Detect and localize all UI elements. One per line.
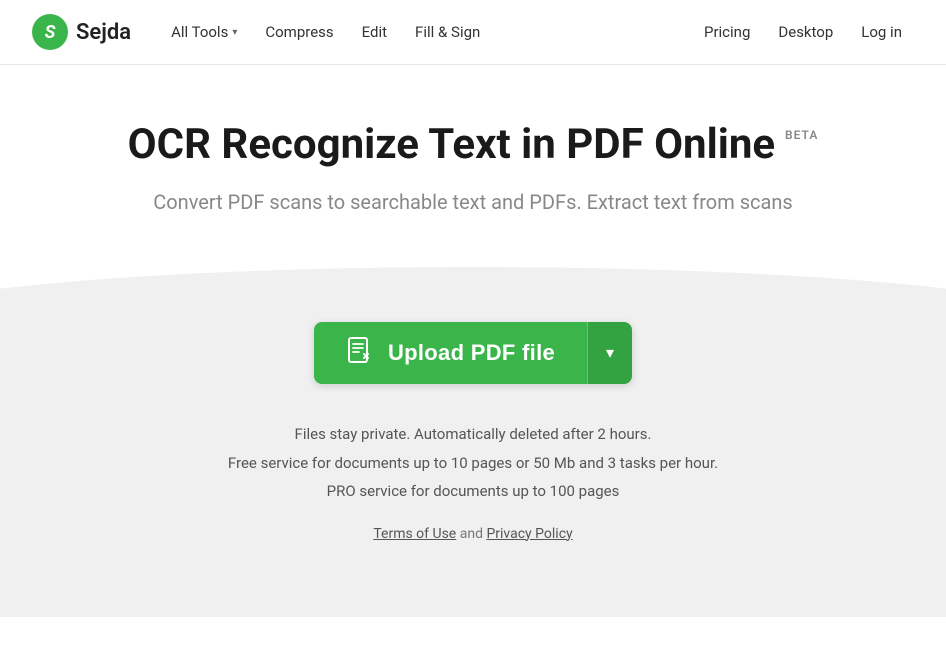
page-title: OCR Recognize Text in PDF Online BETA <box>128 120 819 169</box>
nav-item-fill-sign[interactable]: Fill & Sign <box>403 15 492 49</box>
nav-label-compress: Compress <box>265 23 333 41</box>
logo-link[interactable]: S Sejda <box>32 14 131 50</box>
info-line-2: Free service for documents up to 10 page… <box>228 449 718 478</box>
nav-label-login: Log in <box>861 23 902 41</box>
page-title-text: OCR Recognize Text in PDF Online <box>128 120 775 169</box>
nav-item-desktop[interactable]: Desktop <box>766 15 845 49</box>
dropdown-arrow-icon: ▾ <box>606 343 614 363</box>
nav-label-fill-sign: Fill & Sign <box>415 23 480 41</box>
terms-of-use-link[interactable]: Terms of Use <box>373 526 456 542</box>
upload-pdf-button[interactable]: Upload PDF file <box>314 322 587 384</box>
beta-badge: BETA <box>785 128 818 142</box>
info-line-1: Files stay private. Automatically delete… <box>228 420 718 449</box>
info-line-3: PRO service for documents up to 100 page… <box>228 477 718 506</box>
nav-item-pricing[interactable]: Pricing <box>692 15 762 49</box>
nav-right: Pricing Desktop Log in <box>692 15 914 49</box>
terms-text: Terms of Use and Privacy Policy <box>373 526 572 542</box>
upload-dropdown-button[interactable]: ▾ <box>587 322 632 384</box>
upload-button-label: Upload PDF file <box>388 340 555 366</box>
nav-label-desktop: Desktop <box>778 23 833 41</box>
logo-text: Sejda <box>76 20 131 45</box>
nav-item-compress[interactable]: Compress <box>253 15 345 49</box>
page-subtitle: Convert PDF scans to searchable text and… <box>153 187 793 217</box>
nav-label-edit: Edit <box>362 23 387 41</box>
arch-section: Upload PDF file ▾ Files stay private. Au… <box>0 267 946 572</box>
nav-links: All Tools ▾ Compress Edit Fill & Sign <box>159 15 692 49</box>
arch-content: Upload PDF file ▾ Files stay private. Au… <box>0 267 946 572</box>
info-text-block: Files stay private. Automatically delete… <box>228 420 718 506</box>
navbar: S Sejda All Tools ▾ Compress Edit Fill &… <box>0 0 946 65</box>
logo-icon: S <box>32 14 68 50</box>
chevron-down-icon: ▾ <box>232 27 237 38</box>
privacy-policy-link[interactable]: Privacy Policy <box>486 526 572 542</box>
main-content: OCR Recognize Text in PDF Online BETA Co… <box>0 65 946 572</box>
nav-label-pricing: Pricing <box>704 23 750 41</box>
upload-button-container: Upload PDF file ▾ <box>314 322 632 384</box>
nav-label-all-tools: All Tools <box>171 23 228 41</box>
pdf-upload-icon <box>346 336 374 371</box>
nav-item-edit[interactable]: Edit <box>350 15 399 49</box>
nav-item-login[interactable]: Log in <box>849 15 914 49</box>
terms-and-text: and <box>460 526 483 542</box>
nav-item-all-tools[interactable]: All Tools ▾ <box>159 15 249 49</box>
